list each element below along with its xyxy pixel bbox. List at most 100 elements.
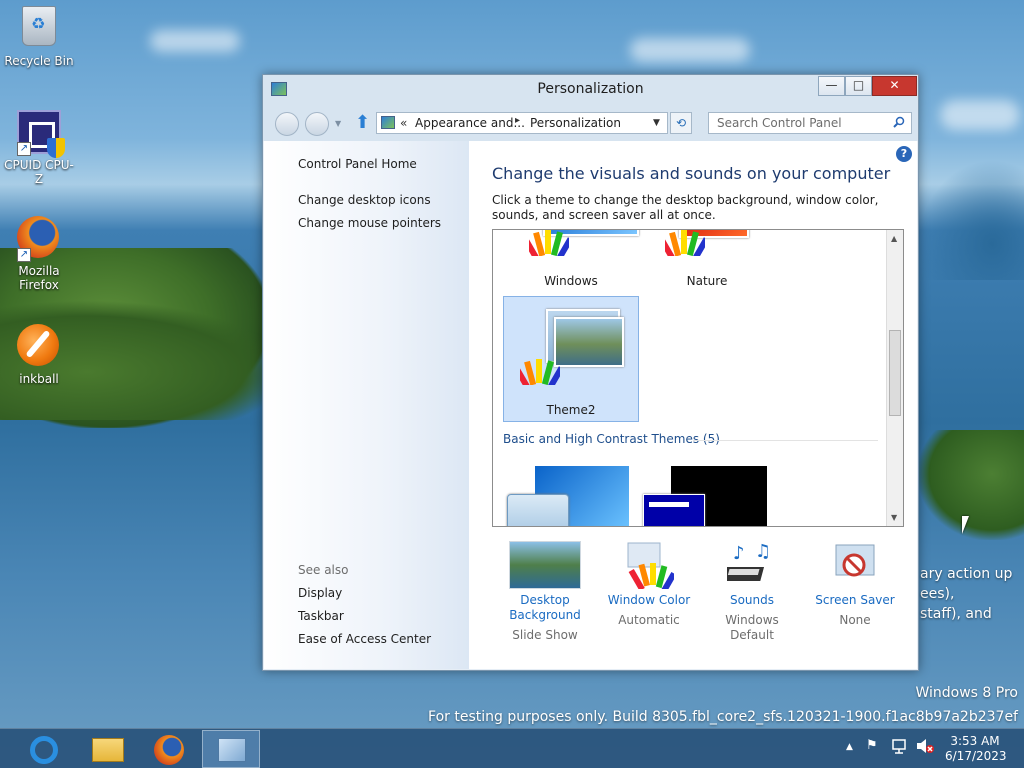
group-divider (693, 440, 878, 441)
theme-windows[interactable]: Windows (503, 230, 639, 288)
action-center-flag-icon[interactable]: ⚑ (866, 738, 878, 753)
taskbar-firefox[interactable] (140, 730, 198, 768)
maximize-button[interactable]: □ (845, 76, 872, 96)
window-preview-image (643, 494, 705, 526)
cpu-z-icon: ↗ (17, 110, 65, 158)
network-icon[interactable] (891, 737, 909, 758)
window-color-link[interactable]: Window Color (599, 593, 699, 608)
main-panel: ? Change the visuals and sounds on your … (469, 141, 917, 669)
svg-text:♪: ♪ (733, 543, 745, 564)
volume-muted-icon[interactable] (915, 737, 935, 758)
system-clock[interactable]: 3:53 AM 6/17/2023 (945, 734, 1007, 764)
sidebar-link-change-desktop-icons[interactable]: Change desktop icons (298, 193, 431, 207)
address-bar[interactable]: « Appearance and... ▸ Personalization ▼ (376, 112, 668, 134)
desktop-background-setting[interactable]: Desktop Background Slide Show (495, 541, 595, 643)
see-also-display[interactable]: Display (298, 586, 342, 600)
desktop-icon-firefox[interactable]: ↗ Mozilla Firefox (1, 216, 77, 292)
refresh-button[interactable]: ⟲ (670, 112, 692, 134)
theme-windows-basic[interactable] (503, 460, 639, 526)
desktop-icon-cpu-z[interactable]: ↗ CPUID CPU-Z (1, 110, 77, 186)
background-text: staff), and (920, 606, 992, 622)
background-text: ees), (920, 586, 955, 602)
sidebar-link-change-mouse-pointers[interactable]: Change mouse pointers (298, 216, 441, 230)
taskbar-control-panel[interactable] (202, 730, 260, 768)
window-color-value: Automatic (618, 613, 680, 627)
close-button[interactable]: ✕ (872, 76, 917, 96)
build-watermark-edition: Windows 8 Pro (915, 685, 1018, 701)
clock-date: 6/17/2023 (945, 749, 1007, 763)
scroll-up-arrow[interactable]: ▲ (891, 234, 897, 243)
personalization-window: Personalization — □ ✕ ▼ ⬆ « Appearance a… (262, 74, 919, 671)
desktop-background-link[interactable]: Desktop Background (495, 593, 595, 623)
page-title: Change the visuals and sounds on your co… (492, 164, 891, 183)
taskbar-internet-explorer[interactable] (16, 730, 74, 768)
theme-label: Theme2 (546, 403, 596, 417)
screen-saver-link[interactable]: Screen Saver (805, 593, 905, 608)
search-input[interactable]: Search Control Panel (708, 112, 912, 134)
sidebar-link-control-panel-home[interactable]: Control Panel Home (298, 157, 417, 171)
taskbar-file-explorer[interactable] (78, 730, 136, 768)
up-arrow-icon[interactable]: ⬆ (355, 114, 370, 132)
build-watermark-build: For testing purposes only. Build 8305.fb… (428, 709, 1018, 725)
firefox-icon: ↗ (17, 216, 61, 262)
shortcut-arrow-icon: ↗ (17, 248, 31, 262)
desktop-icon-label: Mozilla Firefox (18, 264, 60, 292)
search-icon[interactable] (893, 116, 905, 128)
window-preview-titlebar (649, 502, 689, 507)
scroll-down-arrow[interactable]: ▼ (891, 513, 897, 522)
chevron-down-icon[interactable]: ▼ (653, 118, 660, 128)
sounds-setting[interactable]: ♪ ♫ Sounds Windows Default (702, 541, 802, 643)
theme-list[interactable]: Windows Nature Theme2 Basic and High Con… (492, 229, 904, 527)
see-also-taskbar[interactable]: Taskbar (298, 609, 344, 623)
search-placeholder: Search Control Panel (717, 116, 842, 130)
svg-text:♫: ♫ (755, 541, 771, 562)
color-fan-icon (529, 230, 569, 256)
theme-nature[interactable]: Nature (639, 230, 775, 288)
taskbar: ▲ ⚑ 3:53 AM 6/17/2023 (0, 728, 1024, 768)
window-color-setting[interactable]: Window Color Automatic (599, 541, 699, 628)
minimize-button[interactable]: — (818, 76, 845, 96)
navigation-bar: ▼ ⬆ « Appearance and... ▸ Personalizatio… (263, 105, 918, 141)
screen-saver-value: None (839, 613, 871, 627)
desktop-icon-recycle-bin[interactable]: Recycle Bin (1, 6, 77, 68)
theme-theme2[interactable]: Theme2 (503, 296, 639, 422)
control-panel-icon (218, 738, 246, 762)
inkball-icon (17, 324, 61, 368)
desktop-icon-label: inkball (19, 372, 59, 386)
sounds-icon: ♪ ♫ (727, 541, 771, 581)
theme-label: Nature (686, 274, 728, 288)
screen-saver-icon (835, 544, 875, 577)
theme-preview-image (554, 317, 624, 367)
breadcrumb-overflow[interactable]: « (400, 116, 407, 130)
see-also-ease-of-access[interactable]: Ease of Access Center (298, 632, 431, 646)
folder-icon (92, 738, 124, 762)
window-color-icon (627, 542, 674, 589)
sounds-value: Windows Default (725, 613, 779, 642)
title-bar[interactable]: Personalization — □ ✕ (263, 75, 918, 105)
sounds-link[interactable]: Sounds (702, 593, 802, 608)
breadcrumb-appearance[interactable]: Appearance and... (415, 116, 525, 130)
window-preview-image (507, 494, 569, 526)
show-hidden-icons-button[interactable]: ▲ (846, 742, 853, 752)
breadcrumb-personalization[interactable]: Personalization (530, 116, 621, 130)
screen-saver-setting[interactable]: Screen Saver None (805, 541, 905, 628)
mouse-cursor-icon (962, 516, 969, 534)
forward-button[interactable] (305, 112, 329, 136)
clock-time: 3:53 AM (950, 734, 1000, 748)
help-icon[interactable]: ? (896, 146, 912, 162)
window-content: Control Panel Home Change desktop icons … (264, 141, 917, 669)
desktop-icon-inkball[interactable]: inkball (1, 324, 77, 386)
back-button[interactable] (275, 112, 299, 136)
page-description: Click a theme to change the desktop back… (492, 193, 879, 222)
desktop-background-icon (509, 541, 581, 589)
desktop-icon-label: CPUID CPU-Z (4, 158, 74, 186)
scrollbar-thumb[interactable] (889, 330, 901, 416)
recent-pages-dropdown[interactable]: ▼ (335, 119, 341, 128)
theme-list-scrollbar[interactable]: ▲ ▼ (886, 230, 903, 526)
internet-explorer-icon (30, 736, 58, 764)
shortcut-arrow-icon: ↗ (17, 142, 31, 156)
theme-high-contrast[interactable] (639, 460, 775, 526)
breadcrumb-separator[interactable]: ▸ (515, 115, 520, 126)
color-fan-icon (520, 359, 560, 385)
control-panel-icon (381, 116, 395, 129)
